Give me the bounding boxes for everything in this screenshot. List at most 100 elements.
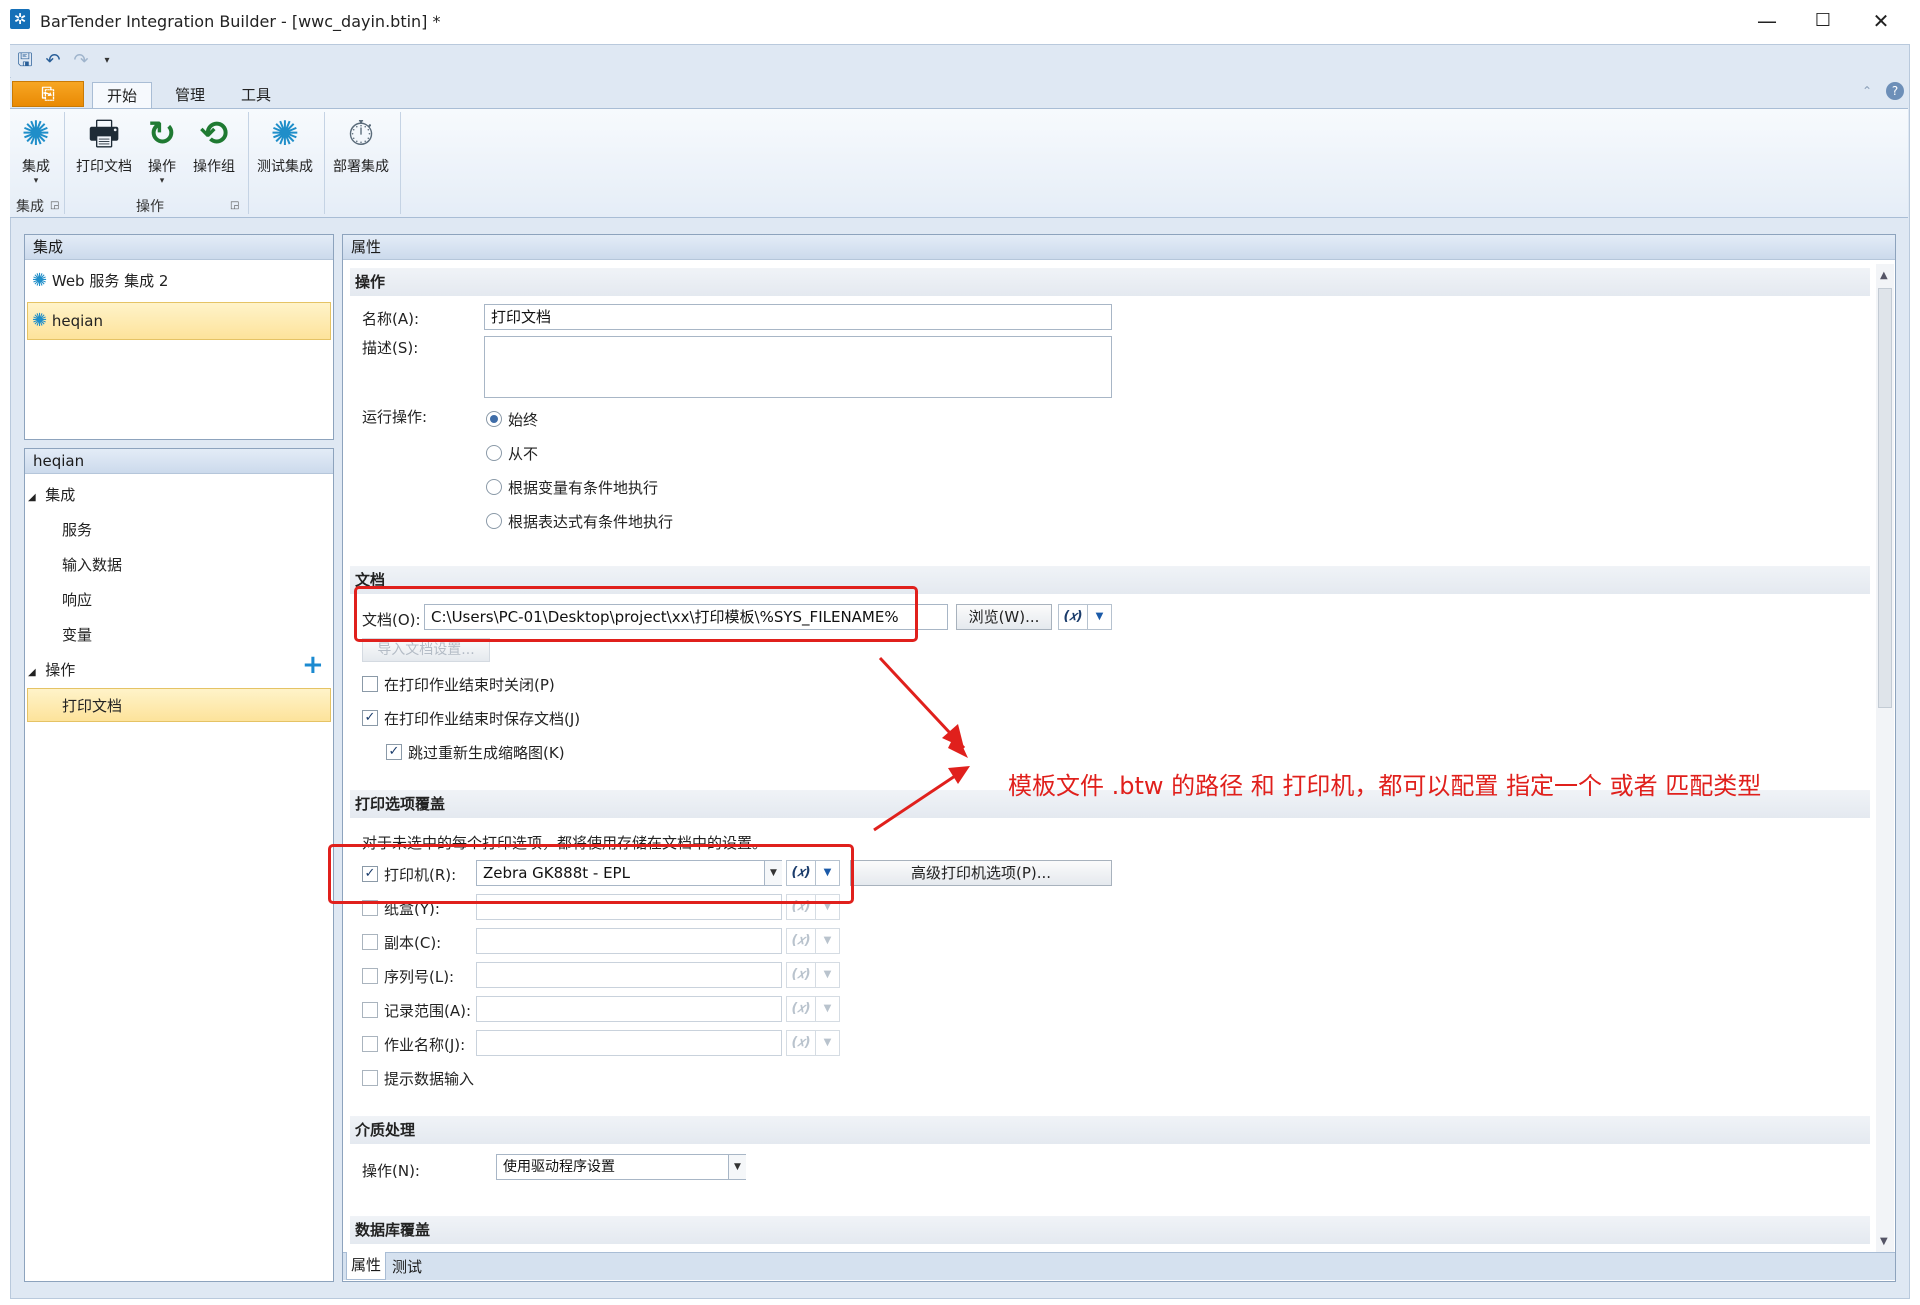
list-item[interactable]: ✺ heqian [32,310,103,331]
copies-checkbox[interactable] [362,934,378,950]
serial-checkbox[interactable] [362,968,378,984]
scrollbar-thumb[interactable] [1878,288,1892,708]
undo-icon[interactable]: ↶ [42,50,64,72]
tab-start[interactable]: 开始 [92,82,152,108]
panel-header: heqian [25,449,333,474]
test-integration-button[interactable]: ✺ 测试集成 [252,112,318,188]
file-menu-button[interactable]: ⎘ [12,81,84,107]
variable-dropdown-icon[interactable]: ▼ [816,928,840,954]
window-title: BarTender Integration Builder - [wwc_day… [40,12,441,31]
dropdown-arrow-icon: ▾ [159,176,165,186]
tree-item[interactable]: 打印文档 [62,695,122,716]
integration-button[interactable]: ✺ 集成 ▾ [14,112,58,188]
run-always-label: 始终 [508,411,539,429]
annotation-arrow-up [873,768,965,832]
gear-icon: ✺ [32,270,48,291]
app-logo-icon: ✲ [10,9,30,29]
record-range-field[interactable] [476,996,782,1022]
tab-test[interactable]: 测试 [392,1256,422,1277]
customize-qat-icon[interactable]: ▾ [96,50,118,72]
chevron-down-icon[interactable]: ▼ [728,1155,746,1179]
scroll-down-icon[interactable]: ▼ [1880,1236,1888,1247]
run-if-variable-radio[interactable] [486,479,502,495]
job-name-field[interactable] [476,1030,782,1056]
variable-icon[interactable]: (𝑥) [786,996,816,1022]
variable-icon[interactable]: (𝑥) [1058,604,1088,630]
tree-node-label: 集成 [45,486,76,504]
name-field[interactable]: 打印文档 [484,304,1112,330]
print-document-button[interactable]: 🖶 打印文档 [72,112,136,188]
tree-node-label: 操作 [45,661,76,679]
bottom-tab-bar [343,1252,1895,1280]
save-after-checkbox[interactable]: ✓ [362,710,378,726]
tree-node-integration[interactable]: ◢ 集成 [28,484,75,505]
dropdown-arrow-icon: ▾ [33,176,39,186]
action-group-button[interactable]: ⟲ 操作组 [188,112,240,188]
run-always-radio[interactable] [486,411,502,427]
action-button[interactable]: ↻ 操作 ▾ [142,112,182,188]
run-action-label: 运行操作: [362,408,428,426]
variable-dropdown-icon[interactable]: ▼ [816,1030,840,1056]
tree-node-actions[interactable]: ◢ 操作 [28,659,75,680]
deploy-integration-button[interactable]: ⏱ 部署集成 [328,112,394,188]
list-item-label: Web 服务 集成 2 [51,272,169,290]
prompt-data-checkbox[interactable] [362,1070,378,1086]
advanced-printer-options-button[interactable]: 高级打印机选项(P)... [850,860,1112,886]
expand-arrow-icon[interactable]: ◢ [28,667,36,678]
expand-arrow-icon[interactable]: ◢ [28,492,36,503]
section-header-media: 介质处理 [350,1116,1870,1144]
collapse-ribbon-icon[interactable]: ⌃ [1862,84,1872,98]
scroll-up-icon[interactable]: ▲ [1880,270,1888,281]
run-never-radio[interactable] [486,445,502,461]
test-gear-icon: ✺ [270,114,300,154]
tree-item[interactable]: 响应 [62,589,92,610]
copies-field[interactable] [476,928,782,954]
media-op-label: 操作(N): [362,1162,420,1180]
action-group-label: 操作组 [193,159,235,175]
variable-icon[interactable]: (𝑥) [786,1030,816,1056]
redo-icon[interactable]: ↷ [70,50,92,72]
arrowhead-icon [948,766,970,784]
tree-item[interactable]: 服务 [62,519,92,540]
save-icon[interactable]: 🖫 [14,50,36,72]
group-label-integration: 集成 [16,199,44,215]
help-icon[interactable]: ? [1886,82,1904,100]
annotation-text: 模板文件 .btw 的路径 和 打印机，都可以配置 指定一个 或者 匹配类型 [1008,772,1762,800]
tab-manage[interactable]: 管理 [162,82,218,108]
variable-icon[interactable]: (𝑥) [786,962,816,988]
tree-item[interactable]: 输入数据 [62,554,122,575]
maximize-button[interactable]: ☐ [1800,6,1846,36]
variable-icon[interactable]: (𝑥) [786,928,816,954]
close-button[interactable]: ✕ [1858,6,1904,36]
variable-dropdown-icon[interactable]: ▼ [816,962,840,988]
job-name-label: 作业名称(J): [384,1036,466,1054]
tab-properties[interactable]: 属性 [346,1252,386,1280]
run-if-variable-label: 根据变量有条件地执行 [508,479,659,497]
skip-thumbnail-checkbox[interactable]: ✓ [386,744,402,760]
copies-label: 副本(C): [384,934,442,952]
run-if-expression-label: 根据表达式有条件地执行 [508,513,674,531]
integration-gear-icon: ✺ [21,114,51,154]
minimize-button[interactable]: — [1744,6,1790,36]
tab-tools[interactable]: 工具 [228,82,284,108]
run-if-expression-radio[interactable] [486,513,502,529]
action-group-icon: ⟲ [199,114,229,154]
description-field[interactable] [484,336,1112,398]
job-name-checkbox[interactable] [362,1036,378,1052]
dialog-launcher-icon[interactable]: ◲ [230,200,239,211]
tree-item[interactable]: 变量 [62,624,92,645]
list-item[interactable]: ✺ Web 服务 集成 2 [32,270,168,291]
serial-label: 序列号(L): [384,968,455,986]
browse-button[interactable]: 浏览(W)... [956,604,1052,630]
dialog-launcher-icon[interactable]: ◲ [50,200,59,211]
record-range-checkbox[interactable] [362,1002,378,1018]
close-after-label: 在打印作业结束时关闭(P) [384,676,555,694]
action-button-label: 操作 [148,159,176,175]
close-after-checkbox[interactable] [362,676,378,692]
add-action-icon[interactable]: + [302,652,324,678]
serial-field[interactable] [476,962,782,988]
variable-dropdown-icon[interactable]: ▼ [816,996,840,1022]
media-op-select[interactable]: 使用驱动程序设置 [496,1154,746,1180]
variable-dropdown-icon[interactable]: ▼ [1088,604,1112,630]
annotation-arrows [873,656,970,832]
